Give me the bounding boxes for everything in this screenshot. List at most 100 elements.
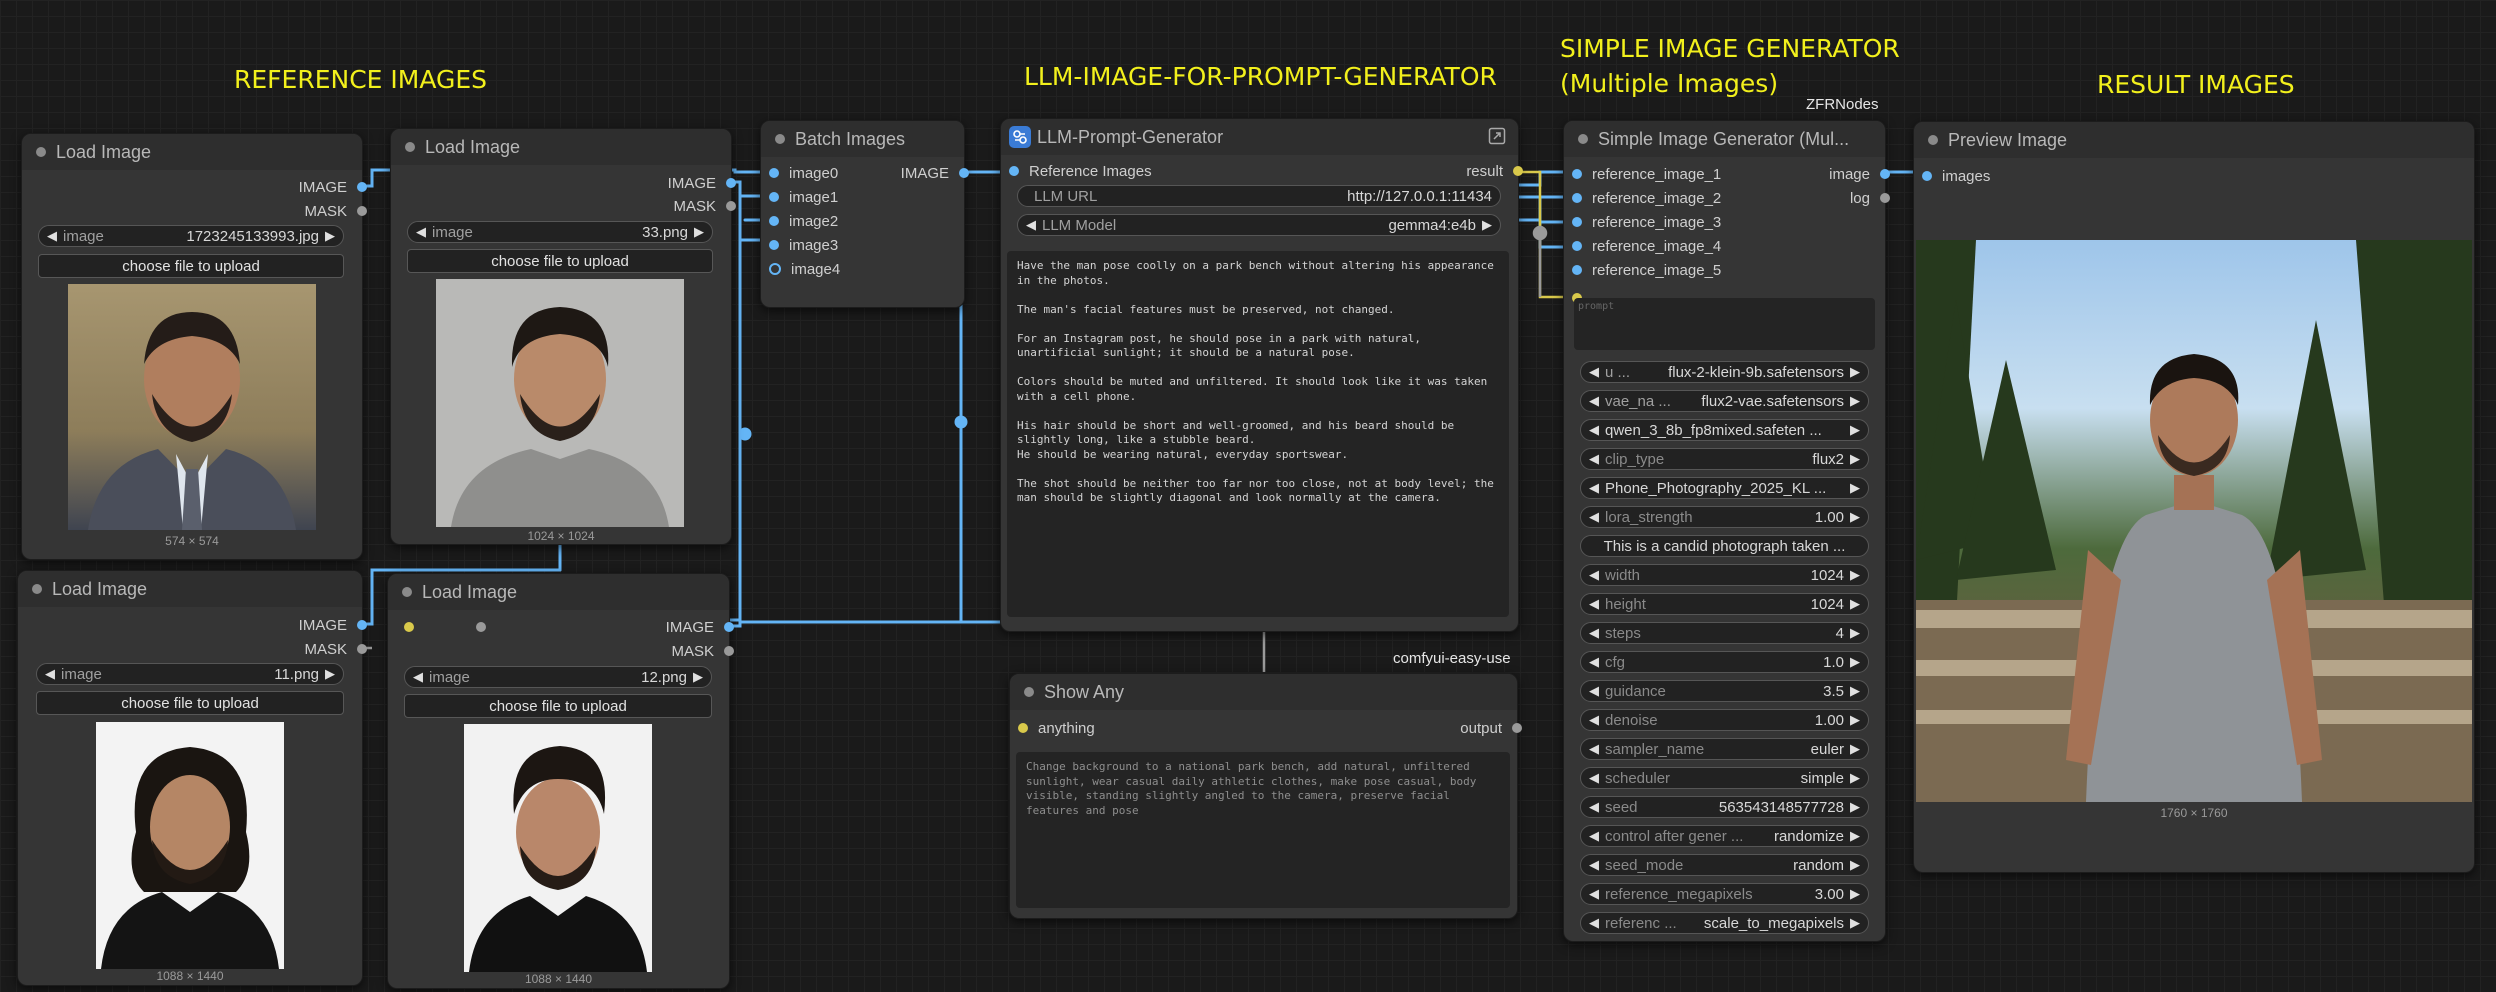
arrow-right-icon[interactable]: ▶: [1850, 451, 1860, 467]
arrow-right-icon[interactable]: ▶: [325, 228, 335, 244]
denoise-widget[interactable]: ◀ denoise 1.00 ▶: [1580, 709, 1869, 731]
input-image4-slot[interactable]: image4: [769, 258, 840, 280]
output-connector-icon[interactable]: [724, 622, 734, 632]
arrow-left-icon[interactable]: ◀: [1589, 886, 1599, 902]
arrow-left-icon[interactable]: ◀: [1589, 364, 1599, 380]
arrow-left-icon[interactable]: ◀: [1589, 799, 1599, 815]
arrow-left-icon[interactable]: ◀: [1589, 712, 1599, 728]
output-image-slot[interactable]: IMAGE: [299, 176, 367, 198]
input-connector-icon[interactable]: [1572, 169, 1582, 179]
output-connector-icon[interactable]: [959, 168, 969, 178]
input-image3-slot[interactable]: image3: [769, 234, 838, 256]
arrow-right-icon[interactable]: ▶: [1850, 654, 1860, 670]
seed-mode-widget[interactable]: ◀ seed_mode random ▶: [1580, 854, 1869, 876]
load-image-node-3[interactable]: Load Image IMAGE MASK ◀ image 11.png ▶ c…: [17, 570, 367, 986]
arrow-left-icon[interactable]: ◀: [1589, 567, 1599, 583]
input-connector-icon[interactable]: [1572, 217, 1582, 227]
output-connector-icon[interactable]: [1880, 169, 1890, 179]
arrow-left-icon[interactable]: ◀: [47, 228, 57, 244]
output-connector-icon[interactable]: [726, 178, 736, 188]
prompt-prefix-text-widget[interactable]: This is a candid photograph taken ...: [1580, 535, 1869, 557]
arrow-right-icon[interactable]: ▶: [1850, 683, 1860, 699]
node-header[interactable]: Show Any: [1010, 674, 1517, 710]
seed-widget[interactable]: ◀ seed 563543148577728 ▶: [1580, 796, 1869, 818]
unet-name-widget[interactable]: ◀ u ... flux-2-klein-9b.safetensors ▶: [1580, 361, 1869, 383]
arrow-right-icon[interactable]: ▶: [1850, 915, 1860, 931]
llm-url-widget[interactable]: LLM URL http://127.0.0.1:11434: [1017, 185, 1501, 207]
input-reference-image-4-slot[interactable]: reference_image_4: [1572, 235, 1721, 257]
arrow-right-icon[interactable]: ▶: [1850, 509, 1860, 525]
arrow-left-icon[interactable]: ◀: [1589, 625, 1599, 641]
node-header[interactable]: Simple Image Generator (Mul...: [1564, 121, 1885, 157]
arrow-left-icon[interactable]: ◀: [1589, 857, 1599, 873]
arrow-left-icon[interactable]: ◀: [1589, 770, 1599, 786]
output-connector-icon[interactable]: [726, 201, 736, 211]
collapse-dot-icon[interactable]: [32, 584, 42, 594]
output-image-slot[interactable]: image: [1829, 163, 1890, 185]
output-connector-icon[interactable]: [357, 644, 367, 654]
clip-name-widget[interactable]: ◀ qwen_3_8b_fp8mixed.safeten ... ▶: [1580, 419, 1869, 441]
input-connector-icon[interactable]: [769, 168, 779, 178]
arrow-left-icon[interactable]: ◀: [1589, 915, 1599, 931]
cfg-widget[interactable]: ◀ cfg 1.0 ▶: [1580, 651, 1869, 673]
node-header[interactable]: Load Image: [22, 134, 362, 170]
arrow-left-icon[interactable]: ◀: [1589, 683, 1599, 699]
expand-icon[interactable]: [1488, 127, 1506, 145]
upload-button[interactable]: choose file to upload: [404, 694, 712, 718]
arrow-right-icon[interactable]: ▶: [1850, 625, 1860, 641]
height-widget[interactable]: ◀ height 1024 ▶: [1580, 593, 1869, 615]
arrow-left-icon[interactable]: ◀: [416, 224, 426, 240]
collapse-dot-icon[interactable]: [405, 142, 415, 152]
output-connector-icon[interactable]: [357, 620, 367, 630]
input-images-slot[interactable]: images: [1922, 165, 1990, 187]
clip-type-widget[interactable]: ◀ clip_type flux2 ▶: [1580, 448, 1869, 470]
load-image-node-2[interactable]: Load Image IMAGE MASK ◀ image 33.png ▶ c…: [390, 128, 736, 545]
input-reference-image-3-slot[interactable]: reference_image_3: [1572, 211, 1721, 233]
width-widget[interactable]: ◀ width 1024 ▶: [1580, 564, 1869, 586]
collapse-dot-icon[interactable]: [775, 134, 785, 144]
sampler-name-widget[interactable]: ◀ sampler_name euler ▶: [1580, 738, 1869, 760]
arrow-left-icon[interactable]: ◀: [45, 666, 55, 682]
input-image1-slot[interactable]: image1: [769, 186, 838, 208]
collapse-dot-icon[interactable]: [1024, 687, 1034, 697]
input-reference-image-2-slot[interactable]: reference_image_2: [1572, 187, 1721, 209]
arrow-right-icon[interactable]: ▶: [1482, 217, 1492, 233]
arrow-right-icon[interactable]: ▶: [1850, 799, 1860, 815]
input-connector-icon[interactable]: [769, 263, 781, 275]
lora-strength-widget[interactable]: ◀ lora_strength 1.00 ▶: [1580, 506, 1869, 528]
input-connector-icon[interactable]: [1572, 193, 1582, 203]
arrow-left-icon[interactable]: ◀: [1589, 480, 1599, 496]
arrow-left-icon[interactable]: ◀: [1589, 828, 1599, 844]
input-reference-image-5-slot[interactable]: reference_image_5: [1572, 259, 1721, 281]
collapse-dot-icon[interactable]: [1928, 135, 1938, 145]
arrow-right-icon[interactable]: ▶: [1850, 857, 1860, 873]
arrow-right-icon[interactable]: ▶: [1850, 828, 1860, 844]
vae-name-widget[interactable]: ◀ vae_na ... flux2-vae.safetensors ▶: [1580, 390, 1869, 412]
input-image0-slot[interactable]: image0: [769, 162, 838, 184]
arrow-right-icon[interactable]: ▶: [1850, 393, 1860, 409]
input-reference-images-slot[interactable]: Reference Images: [1009, 160, 1152, 182]
output-mask-slot[interactable]: MASK: [304, 200, 367, 222]
node-header[interactable]: LLM-Prompt-Generator: [1001, 119, 1518, 155]
output-connector-icon[interactable]: [1880, 193, 1890, 203]
upload-button[interactable]: choose file to upload: [36, 691, 344, 715]
output-log-slot[interactable]: log: [1850, 187, 1890, 209]
arrow-left-icon[interactable]: ◀: [1589, 654, 1599, 670]
output-image-slot[interactable]: IMAGE: [668, 172, 736, 194]
input-connector-icon[interactable]: [1018, 723, 1028, 733]
arrow-left-icon[interactable]: ◀: [1589, 451, 1599, 467]
preview-image-node[interactable]: Preview Image images 1760 × 1760: [1913, 121, 2475, 873]
control-after-generate-widget[interactable]: ◀ control after gener ... randomize ▶: [1580, 825, 1869, 847]
input-reference-image-1-slot[interactable]: reference_image_1: [1572, 163, 1721, 185]
guidance-widget[interactable]: ◀ guidance 3.5 ▶: [1580, 680, 1869, 702]
image-select-widget[interactable]: ◀ image 11.png ▶: [36, 663, 344, 685]
arrow-right-icon[interactable]: ▶: [693, 669, 703, 685]
load-image-node-1[interactable]: Load Image IMAGE MASK ◀ image 1723245133…: [21, 133, 367, 560]
input-connector-icon[interactable]: [1572, 265, 1582, 275]
simple-image-generator-node[interactable]: Simple Image Generator (Mul... reference…: [1563, 120, 1890, 942]
input-image-slot[interactable]: [404, 616, 414, 638]
input-connector-icon[interactable]: [1009, 166, 1019, 176]
input-image2-slot[interactable]: image2: [769, 210, 838, 232]
upload-button[interactable]: choose file to upload: [38, 254, 344, 278]
steps-widget[interactable]: ◀ steps 4 ▶: [1580, 622, 1869, 644]
